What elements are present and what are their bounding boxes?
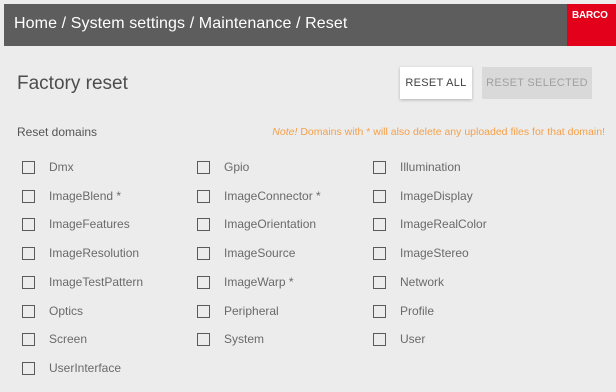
domain-checkbox-item[interactable]: Screen (22, 331, 87, 347)
domain-checkbox-item[interactable]: Profile (373, 303, 434, 319)
warning-note: Note! Domains with * will also delete an… (272, 126, 605, 138)
checkbox[interactable] (373, 160, 386, 174)
domain-checkbox-item[interactable]: ImageDisplay (373, 188, 473, 204)
logo-text: BARCO (572, 10, 608, 21)
domain-checkbox-item[interactable]: ImageSource (197, 245, 295, 261)
header-bar: Home / System settings / Maintenance / R… (4, 4, 616, 46)
domain-checkbox-item[interactable]: Illumination (373, 159, 461, 175)
checkbox[interactable] (22, 160, 35, 174)
checkbox[interactable] (22, 217, 35, 231)
domain-checkbox-item[interactable]: Gpio (197, 159, 249, 175)
note-text: Domains with * will also delete any uplo… (297, 126, 605, 138)
checkbox[interactable] (197, 275, 210, 289)
domain-label: ImageConnector * (224, 189, 321, 203)
domain-label: Network (400, 275, 445, 289)
domain-label: ImageResolution (49, 246, 140, 260)
domain-label: Dmx (49, 160, 74, 174)
checkbox[interactable] (373, 304, 386, 318)
domain-label: Optics (49, 304, 84, 318)
domain-checkbox-item[interactable]: ImageStereo (373, 245, 469, 261)
domain-checkbox-item[interactable]: ImageBlend * (22, 188, 121, 204)
checkbox[interactable] (22, 246, 35, 260)
checkbox[interactable] (22, 304, 35, 318)
checkbox[interactable] (197, 160, 210, 174)
reset-domains-label: Reset domains (17, 125, 98, 139)
domain-label: System (224, 332, 265, 346)
checkbox[interactable] (197, 189, 210, 203)
checkbox[interactable] (197, 332, 210, 346)
domain-label: Profile (400, 304, 435, 318)
reset-page: Home / System settings / Maintenance / R… (4, 4, 616, 392)
domain-checkbox-item[interactable]: ImageRealColor (373, 216, 487, 232)
domain-label: Screen (49, 332, 88, 346)
domain-label: ImageWarp * (224, 275, 294, 289)
domain-checkbox-item[interactable]: Dmx (22, 159, 74, 175)
checkbox[interactable] (22, 275, 35, 289)
domain-label: Gpio (224, 160, 250, 174)
domain-label: ImageSource (224, 246, 296, 260)
checkbox[interactable] (373, 189, 386, 203)
checkbox[interactable] (22, 332, 35, 346)
domain-label: ImageFeatures (49, 217, 130, 231)
domain-checkbox-item[interactable]: Optics (22, 303, 83, 319)
domain-checkbox-item[interactable]: ImageOrientation (197, 216, 316, 232)
domain-checkbox-item[interactable]: ImageConnector * (197, 188, 321, 204)
domain-label: ImageBlend * (49, 189, 122, 203)
domain-label: ImageTestPattern (49, 275, 144, 289)
domain-label: User (400, 332, 426, 346)
domain-label: ImageOrientation (224, 217, 317, 231)
domain-checkbox-item[interactable]: User (373, 331, 425, 347)
domain-label: ImageStereo (400, 246, 469, 260)
checkbox[interactable] (373, 217, 386, 231)
domain-checkbox-item[interactable]: System (197, 331, 264, 347)
checkbox[interactable] (197, 217, 210, 231)
checkbox[interactable] (22, 189, 35, 203)
domain-label: Peripheral (224, 304, 279, 318)
domain-label: ImageRealColor (400, 217, 487, 231)
domain-checkbox-item[interactable]: Network (373, 274, 444, 290)
domain-checkbox-item[interactable]: Peripheral (197, 303, 279, 319)
checkbox[interactable] (22, 361, 35, 375)
domain-checkbox-item[interactable]: ImageResolution (22, 245, 139, 261)
checkbox[interactable] (197, 246, 210, 260)
checkbox[interactable] (373, 332, 386, 346)
domain-label: UserInterface (49, 361, 122, 375)
domain-checkbox-item[interactable]: ImageTestPattern (22, 274, 143, 290)
checkbox[interactable] (373, 275, 386, 289)
barco-logo: BARCO (567, 4, 616, 46)
domain-label: Illumination (400, 160, 461, 174)
checkbox[interactable] (373, 246, 386, 260)
breadcrumb[interactable]: Home / System settings / Maintenance / R… (14, 15, 347, 33)
domain-label: ImageDisplay (400, 189, 473, 203)
domain-checkbox-item[interactable]: ImageWarp * (197, 274, 294, 290)
reset-all-button[interactable]: RESET ALL (400, 67, 472, 99)
domain-checkbox-item[interactable]: ImageFeatures (22, 216, 130, 232)
reset-selected-button[interactable]: RESET SELECTED (482, 67, 592, 99)
note-prefix: Note! (272, 126, 298, 138)
page-title: Factory reset (17, 73, 128, 94)
checkbox[interactable] (197, 304, 210, 318)
domain-checkbox-item[interactable]: UserInterface (22, 360, 121, 376)
